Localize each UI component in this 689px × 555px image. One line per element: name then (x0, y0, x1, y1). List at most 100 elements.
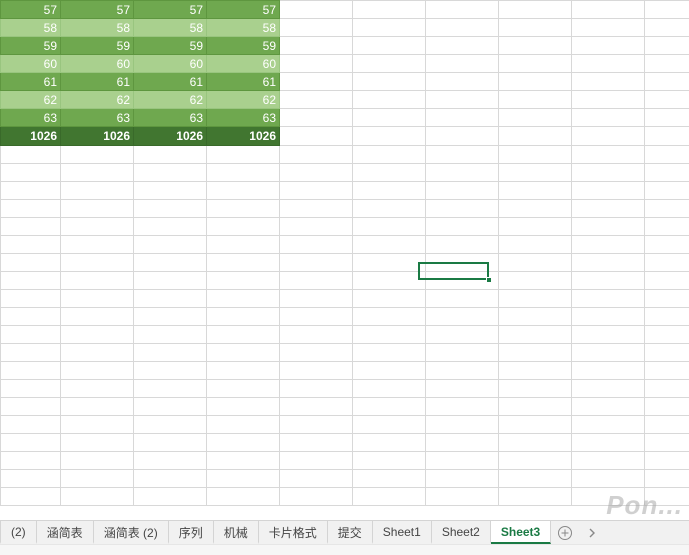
cell[interactable] (134, 488, 207, 506)
cell[interactable] (207, 380, 280, 398)
cell[interactable]: 62 (134, 91, 207, 109)
cell[interactable] (1, 182, 61, 200)
cell[interactable] (572, 308, 645, 326)
cell[interactable] (572, 290, 645, 308)
cell[interactable] (280, 218, 353, 236)
cell[interactable]: 58 (134, 19, 207, 37)
cell[interactable] (280, 380, 353, 398)
cell[interactable] (499, 1, 572, 19)
cell[interactable] (134, 380, 207, 398)
cell[interactable] (1, 236, 61, 254)
cell[interactable] (280, 290, 353, 308)
cell[interactable] (426, 434, 499, 452)
cell[interactable]: 59 (61, 37, 134, 55)
cell[interactable] (280, 416, 353, 434)
cell[interactable]: 57 (61, 1, 134, 19)
cell[interactable] (134, 362, 207, 380)
cell[interactable] (61, 272, 134, 290)
cell[interactable] (572, 73, 645, 91)
cell[interactable] (353, 470, 426, 488)
sheet-tab[interactable]: 序列 (169, 521, 214, 544)
cell[interactable] (572, 55, 645, 73)
cell[interactable] (572, 434, 645, 452)
cell[interactable] (353, 416, 426, 434)
cell[interactable] (1, 308, 61, 326)
cell[interactable] (1, 200, 61, 218)
cell[interactable] (353, 146, 426, 164)
cell[interactable] (499, 434, 572, 452)
cell[interactable]: 60 (134, 55, 207, 73)
cell[interactable] (426, 380, 499, 398)
sheet-tab[interactable]: Sheet1 (373, 521, 432, 544)
sheet-tab-partial[interactable]: (2) (0, 521, 37, 544)
cell[interactable] (426, 146, 499, 164)
cell[interactable] (1, 434, 61, 452)
cell[interactable] (645, 1, 689, 19)
cell[interactable] (499, 146, 572, 164)
cell[interactable] (353, 1, 426, 19)
cell[interactable] (61, 308, 134, 326)
cell[interactable] (645, 344, 689, 362)
cell[interactable] (61, 200, 134, 218)
cell[interactable] (134, 236, 207, 254)
cell[interactable] (61, 362, 134, 380)
cell[interactable] (645, 290, 689, 308)
cell[interactable] (280, 434, 353, 452)
cell[interactable] (426, 290, 499, 308)
cell[interactable] (207, 200, 280, 218)
cell[interactable] (207, 272, 280, 290)
cell[interactable] (499, 308, 572, 326)
cell[interactable] (499, 73, 572, 91)
new-sheet-button[interactable] (551, 521, 579, 544)
cell[interactable] (645, 380, 689, 398)
cell[interactable] (207, 146, 280, 164)
cell[interactable] (207, 308, 280, 326)
cell[interactable] (1, 380, 61, 398)
cell[interactable] (572, 416, 645, 434)
cell[interactable] (353, 326, 426, 344)
total-cell[interactable]: 1026 (134, 127, 207, 146)
cell[interactable] (1, 416, 61, 434)
cell[interactable] (134, 344, 207, 362)
cell[interactable] (645, 164, 689, 182)
cell[interactable] (1, 398, 61, 416)
cell[interactable] (280, 55, 353, 73)
cell[interactable]: 61 (61, 73, 134, 91)
total-cell[interactable]: 1026 (61, 127, 134, 146)
cell[interactable] (353, 308, 426, 326)
cell[interactable] (499, 290, 572, 308)
cell[interactable] (499, 91, 572, 109)
cell[interactable] (207, 416, 280, 434)
cell[interactable] (572, 146, 645, 164)
cell[interactable]: 58 (61, 19, 134, 37)
cell[interactable]: 61 (1, 73, 61, 91)
cell[interactable] (280, 1, 353, 19)
cell[interactable] (61, 416, 134, 434)
cell[interactable] (572, 254, 645, 272)
cell[interactable] (280, 236, 353, 254)
cell[interactable] (645, 73, 689, 91)
cell[interactable] (353, 290, 426, 308)
cell[interactable] (61, 218, 134, 236)
cell[interactable] (499, 109, 572, 127)
cell[interactable] (572, 272, 645, 290)
cell[interactable]: 61 (134, 73, 207, 91)
cell[interactable] (134, 416, 207, 434)
cell[interactable]: 57 (134, 1, 207, 19)
cell[interactable] (572, 109, 645, 127)
cell[interactable] (499, 470, 572, 488)
cell[interactable] (134, 200, 207, 218)
cell[interactable] (572, 362, 645, 380)
cell[interactable] (645, 488, 689, 506)
cell[interactable] (645, 19, 689, 37)
cell[interactable] (572, 127, 645, 146)
cell[interactable] (572, 164, 645, 182)
cell[interactable] (1, 326, 61, 344)
cell[interactable] (499, 55, 572, 73)
cell[interactable] (207, 254, 280, 272)
cell[interactable] (499, 272, 572, 290)
cell[interactable] (645, 434, 689, 452)
cell[interactable] (499, 37, 572, 55)
cell[interactable] (426, 19, 499, 37)
cell[interactable] (207, 434, 280, 452)
